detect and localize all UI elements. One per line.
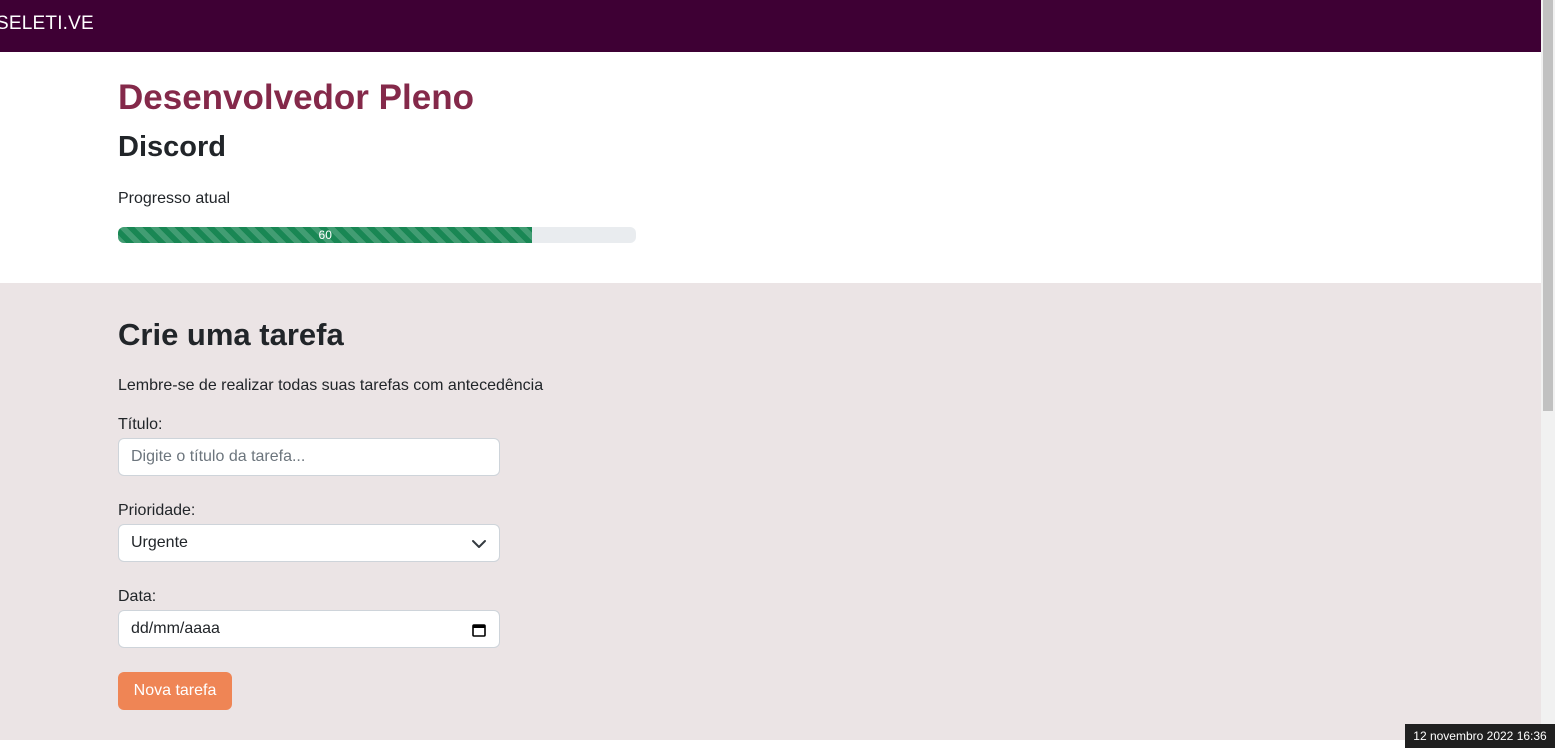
calendar-icon[interactable] [471,622,487,638]
task-form-section: Crie uma tarefa Lembre-se de realizar to… [0,283,1541,740]
job-header: Desenvolvedor Pleno Discord Progresso at… [0,52,1541,283]
new-task-button[interactable]: Nova tarefa [118,672,232,710]
title-input[interactable]: Digite o título da tarefa... [118,438,500,476]
title-field-label: Título: [118,416,163,433]
taskbar-clock: 12 novembro 2022 16:36 [1405,724,1555,748]
navbar: SELETI.VE [0,0,1541,52]
progress-track: 60 [118,227,636,243]
progress-bar: 60 [118,227,533,243]
date-input[interactable]: dd/mm/aaaa [118,610,500,648]
form-subtitle: Lembre-se de realizar todas suas tarefas… [118,377,544,394]
date-input-value: dd/mm/aaaa [131,620,220,637]
priority-select[interactable]: Urgente [118,524,500,562]
vertical-scrollbar[interactable] [1541,0,1555,748]
company-name: Discord [118,131,226,163]
page-bottom [0,740,1541,748]
chevron-down-icon [472,540,486,548]
priority-selected-value: Urgente [131,534,188,551]
page: SELETI.VE Desenvolvedor Pleno Discord Pr… [0,0,1541,748]
brand-logo[interactable]: SELETI.VE [0,13,94,35]
priority-field-label: Prioridade: [118,502,196,519]
title-input-placeholder: Digite o título da tarefa... [131,448,306,465]
form-title: Crie uma tarefa [118,317,344,352]
progress-label: Progresso atual [118,190,231,207]
scrollbar-thumb[interactable] [1543,0,1553,411]
job-title: Desenvolvedor Pleno [118,78,474,117]
date-field-label: Data: [118,588,157,605]
